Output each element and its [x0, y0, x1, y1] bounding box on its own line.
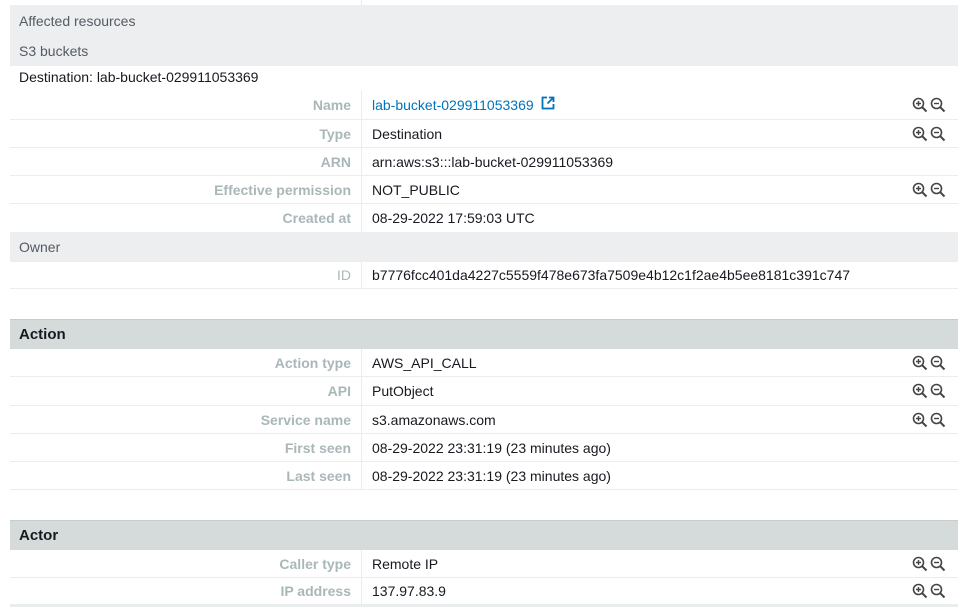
- row-label: Effective permission: [214, 181, 351, 198]
- row-value: 08-29-2022 23:31:19 (23 minutes ago): [372, 439, 611, 456]
- divider: [361, 434, 362, 461]
- row-value: s3.amazonaws.com: [372, 411, 496, 428]
- divider: [361, 204, 362, 232]
- row-label: Action type: [274, 354, 351, 371]
- detail-row-last-seen: Last seen 08-29-2022 23:31:19 (23 minute…: [10, 462, 958, 490]
- bucket-name-link[interactable]: lab-bucket-029911053369: [372, 97, 534, 113]
- divider: [361, 148, 362, 175]
- destination-line: Destination: lab-bucket-029911053369: [19, 69, 259, 85]
- detail-row-first-seen: First seen 08-29-2022 23:31:19 (23 minut…: [10, 434, 958, 462]
- row-label: Caller type: [279, 555, 351, 572]
- zoom-out-icon[interactable]: [930, 556, 946, 572]
- zoom-out-icon[interactable]: [930, 383, 946, 399]
- external-link-icon[interactable]: [541, 96, 555, 113]
- divider: [361, 176, 362, 203]
- detail-row-action-type: Action type AWS_API_CALL: [10, 349, 958, 377]
- row-value: arn:aws:s3:::lab-bucket-029911053369: [372, 153, 614, 170]
- zoom-in-icon[interactable]: [912, 383, 928, 399]
- actor-section-header: Actor: [10, 520, 958, 550]
- row-label: API: [327, 383, 351, 399]
- row-label: Last seen: [286, 467, 351, 484]
- zoom-in-icon[interactable]: [912, 583, 928, 599]
- zoom-out-icon[interactable]: [930, 412, 946, 428]
- row-label: Type: [319, 125, 351, 142]
- detail-row-arn: ARN arn:aws:s3:::lab-bucket-029911053369: [10, 148, 958, 176]
- zoom-out-icon[interactable]: [930, 97, 946, 113]
- detail-row-api: API PutObject: [10, 377, 958, 406]
- row-label: Service name: [260, 411, 351, 428]
- detail-row-name: Name lab-bucket-029911053369: [10, 90, 958, 120]
- row-label: Created at: [282, 210, 351, 226]
- zoom-in-icon[interactable]: [912, 556, 928, 572]
- divider: [361, 550, 362, 577]
- affected-resources-heading: Affected resources: [10, 5, 958, 36]
- row-value: 08-29-2022 17:59:03 UTC: [372, 210, 535, 226]
- divider: [361, 120, 362, 147]
- row-label: ID: [337, 267, 351, 283]
- divider: [361, 578, 362, 604]
- row-value: AWS_API_CALL: [372, 354, 477, 371]
- row-label: ARN: [320, 153, 351, 170]
- zoom-out-icon[interactable]: [930, 126, 946, 142]
- divider: [361, 262, 362, 288]
- detail-row-type: Type Destination: [10, 120, 958, 148]
- s3-buckets-heading: S3 buckets: [10, 36, 958, 66]
- divider: [361, 406, 362, 433]
- zoom-in-icon[interactable]: [912, 412, 928, 428]
- row-value: NOT_PUBLIC: [372, 181, 460, 198]
- row-value: Destination: [372, 125, 443, 142]
- row-label: IP address: [280, 583, 351, 599]
- row-value: Remote IP: [372, 555, 439, 572]
- detail-row-ip-address: IP address 137.97.83.9: [10, 578, 958, 607]
- zoom-out-icon[interactable]: [930, 583, 946, 599]
- finding-details-panel: Affected resources S3 buckets Destinatio…: [0, 0, 965, 610]
- row-label: Name: [312, 96, 351, 113]
- detail-row-caller-type: Caller type Remote IP: [10, 550, 958, 578]
- detail-row-created-at: Created at 08-29-2022 17:59:03 UTC: [10, 204, 958, 232]
- zoom-in-icon[interactable]: [912, 355, 928, 371]
- divider: [361, 90, 362, 119]
- row-value: 137.97.83.9: [372, 583, 446, 599]
- action-section-header: Action: [10, 319, 958, 349]
- divider: [361, 349, 362, 376]
- detail-row-owner-id: ID b7776fcc401da4227c5559f478e673fa7509e…: [10, 262, 958, 289]
- divider: [361, 377, 362, 405]
- row-value: b7776fcc401da4227c5559f478e673fa7509e4b1…: [372, 267, 851, 283]
- owner-heading: Owner: [10, 232, 958, 262]
- detail-row-service-name: Service name s3.amazonaws.com: [10, 406, 958, 434]
- detail-row-effective-permission: Effective permission NOT_PUBLIC: [10, 176, 958, 204]
- zoom-out-icon[interactable]: [930, 355, 946, 371]
- zoom-out-icon[interactable]: [930, 182, 946, 198]
- zoom-in-icon[interactable]: [912, 126, 928, 142]
- row-value: PutObject: [372, 383, 434, 399]
- divider: [361, 462, 362, 489]
- zoom-in-icon[interactable]: [912, 97, 928, 113]
- row-label: First seen: [284, 439, 351, 456]
- row-value: 08-29-2022 23:31:19 (23 minutes ago): [372, 467, 611, 484]
- zoom-in-icon[interactable]: [912, 182, 928, 198]
